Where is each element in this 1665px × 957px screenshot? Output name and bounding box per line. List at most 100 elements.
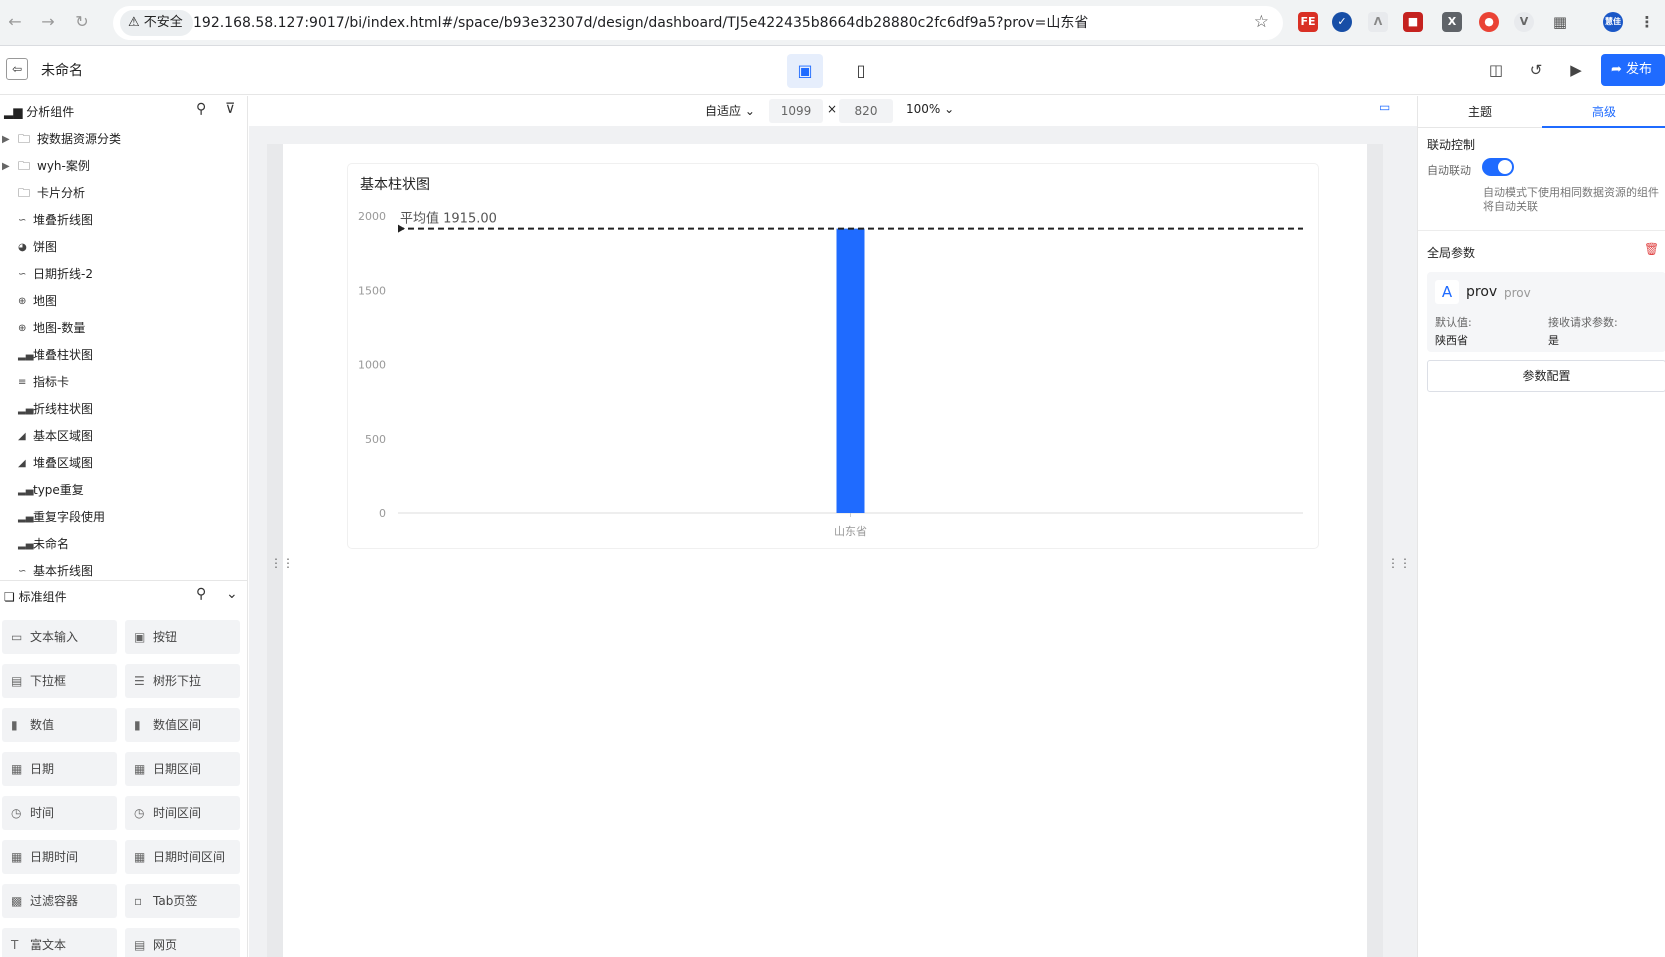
component-button[interactable]: ▦ 日期区间 [125, 752, 240, 786]
component-button[interactable]: ▣ 按钮 [125, 620, 240, 654]
standard-panel-header: ❏ 标准组件 ⚲ ⌄ [0, 581, 248, 611]
canvas-height-input[interactable]: 820 [839, 99, 893, 123]
chevron-down-icon[interactable]: ⌄ [226, 586, 238, 602]
tree-item[interactable]: ▂▄ 堆叠柱状图 [0, 342, 246, 369]
tree-item[interactable]: ⊕ 地图-数量 [0, 315, 246, 342]
tab-theme[interactable]: 主题 [1418, 96, 1542, 128]
publish-button[interactable]: ➦ 发布 [1601, 54, 1665, 86]
component-button[interactable]: ▫ Tab页签 [125, 884, 240, 918]
app-header: ⇦ 未命名 ▣ ▯ ◫ ↺ ▶ ➦ 发布 [0, 46, 1665, 95]
search-icon[interactable]: ⚲ [196, 586, 206, 602]
tree-item[interactable]: ▂▄ 重复字段使用 [0, 504, 246, 531]
webpage-icon: ▤ [134, 938, 146, 952]
extension-record-icon[interactable]: ● [1479, 12, 1499, 32]
bar-chart-widget[interactable]: 基本柱状图 0 500 1000 1500 2000 山东省 平均值 1915.00 [348, 164, 1318, 548]
save-icon[interactable]: ◫ [1485, 59, 1507, 81]
extension-v-icon[interactable]: V [1514, 12, 1534, 32]
zoom-select[interactable]: 100% ⌄ [906, 102, 954, 116]
extensions-puzzle-icon[interactable]: ▦ [1550, 12, 1570, 32]
extension-fe-icon[interactable]: FE [1298, 12, 1318, 32]
component-icon: ❏ [4, 590, 19, 604]
browser-menu-icon[interactable]: ⋮ [1637, 12, 1657, 32]
auto-link-toggle[interactable] [1482, 158, 1514, 176]
component-button[interactable]: ▮ 数值 [2, 708, 117, 742]
preview-icon[interactable]: ▶ [1565, 59, 1587, 81]
component-label: 按钮 [153, 630, 178, 644]
tree-item[interactable]: ◢ 堆叠区域图 [0, 450, 246, 477]
extension-a-icon[interactable]: Λ [1368, 12, 1388, 32]
area-chart-icon: ◢ [18, 431, 26, 442]
security-badge[interactable]: ⚠ 不安全 [120, 10, 193, 36]
address-bar[interactable]: ⚠ 不安全 192.168.58.127:9017/bi/index.html#… [113, 6, 1283, 40]
mobile-view-icon[interactable]: ▯ [843, 54, 879, 88]
component-button[interactable]: ▩ 过滤容器 [2, 884, 117, 918]
tree-item[interactable]: ▂▄ 未命名 [0, 531, 246, 558]
component-button[interactable]: ▦ 日期时间 [2, 840, 117, 874]
auto-link-label: 自动联动 [1427, 164, 1471, 177]
component-button[interactable]: ▦ 日期 [2, 752, 117, 786]
right-resize-handle-icon[interactable]: ⋮⋮ [1387, 556, 1411, 570]
fit-mode-select[interactable]: 自适应 ⌄ [705, 102, 755, 119]
tree-item-label: type重复 [33, 483, 84, 497]
component-label: 文本输入 [30, 630, 79, 644]
component-panel: ▂▆ 分析组件 ⚲ ⊽ ▶ 🗀 按数据资源分类 ▶ 🗀 wyh-案例 🗀 卡片分析 ∽ 堆叠折线图… [0, 96, 248, 957]
component-button[interactable]: ☰ 树形下拉 [125, 664, 240, 698]
tree-item[interactable]: ∽ 日期折线-2 [0, 261, 246, 288]
component-button[interactable]: ▤ 下拉框 [2, 664, 117, 698]
desktop-view-icon[interactable]: ▣ [787, 54, 823, 88]
component-button[interactable]: ◷ 时间 [2, 796, 117, 830]
profile-avatar[interactable]: 慧佳 [1603, 12, 1623, 32]
bookmark-star-icon[interactable]: ☆ [1254, 12, 1269, 32]
reload-icon[interactable]: ↻ [71, 11, 93, 33]
extension-check-icon[interactable]: ✓ [1332, 12, 1352, 32]
delete-icon[interactable]: 🗑 [1644, 242, 1659, 256]
expand-arrow-icon[interactable]: ▶ [2, 126, 10, 153]
component-button[interactable]: ▦ 日期时间区间 [125, 840, 240, 874]
component-button[interactable]: ◷ 时间区间 [125, 796, 240, 830]
component-button[interactable]: ▤ 网页 [125, 928, 240, 957]
tree-item-label: 折线柱状图 [33, 402, 94, 416]
property-panel: 主题 高级 联动控制 自动联动 自动模式下使用相同数据资源的组件将自动关联 全局… [1417, 96, 1665, 957]
component-label: Tab页签 [153, 894, 198, 908]
param-card[interactable]: A prov prov 默认值: 陕西省 接收请求参数: 是 [1427, 272, 1665, 352]
exit-editor-icon[interactable]: ⇦ [6, 58, 28, 80]
chevron-down-icon: ⌄ [940, 102, 955, 116]
component-button[interactable]: ▮ 数值区间 [125, 708, 240, 742]
component-button[interactable]: ▭ 文本输入 [2, 620, 117, 654]
section-divider [1418, 230, 1665, 231]
tree-item[interactable]: 🗀 卡片分析 [0, 180, 246, 207]
y-tick-label: 2000 [358, 210, 386, 223]
search-icon[interactable]: ⚲ [196, 101, 206, 117]
tree-item[interactable]: ◢ 基本区域图 [0, 423, 246, 450]
component-button[interactable]: T 富文本 [2, 928, 117, 957]
collapse-icon[interactable]: ⊽ [225, 101, 235, 117]
default-value: 陕西省 [1435, 334, 1468, 347]
forward-arrow-icon[interactable]: → [37, 11, 59, 33]
extension-red-icon[interactable]: ■ [1403, 12, 1423, 32]
left-resize-handle-icon[interactable]: ⋮⋮ [270, 556, 294, 570]
tree-item[interactable]: ◕ 饼图 [0, 234, 246, 261]
tree-item[interactable]: ≡ 指标卡 [0, 369, 246, 396]
canvas-width-input[interactable]: 1099 [769, 99, 823, 123]
tree-item-label: 地图 [33, 294, 58, 308]
tree-item[interactable]: ⊕ 地图 [0, 288, 246, 315]
url-text[interactable]: 192.168.58.127:9017/bi/index.html#/space… [193, 6, 1088, 40]
tree-item[interactable]: ▂▄ type重复 [0, 477, 246, 504]
tree-item[interactable]: ∽ 堆叠折线图 [0, 207, 246, 234]
rich-text-icon: T [11, 938, 19, 952]
param-config-button[interactable]: 参数配置 [1427, 360, 1665, 392]
line-chart-icon: ∽ [18, 215, 27, 226]
extension-x-icon[interactable]: X [1442, 12, 1462, 32]
y-tick-label: 1500 [358, 284, 386, 297]
dashboard-title[interactable]: 未命名 [41, 60, 83, 80]
back-arrow-icon[interactable]: ← [4, 11, 26, 33]
tree-item[interactable]: ▶ 🗀 按数据资源分类 [0, 126, 246, 153]
expand-arrow-icon[interactable]: ▶ [2, 153, 10, 180]
history-icon[interactable]: ↺ [1525, 59, 1547, 81]
bar-chart-icon: ▂▄ [18, 404, 34, 415]
tree-item-label: 地图-数量 [33, 321, 86, 335]
tree-item[interactable]: ▂▄ 折线柱状图 [0, 396, 246, 423]
screen-adapt-icon[interactable]: ▭ [1379, 100, 1390, 114]
tab-advanced[interactable]: 高级 [1542, 96, 1665, 128]
tree-item[interactable]: ▶ 🗀 wyh-案例 [0, 153, 246, 180]
